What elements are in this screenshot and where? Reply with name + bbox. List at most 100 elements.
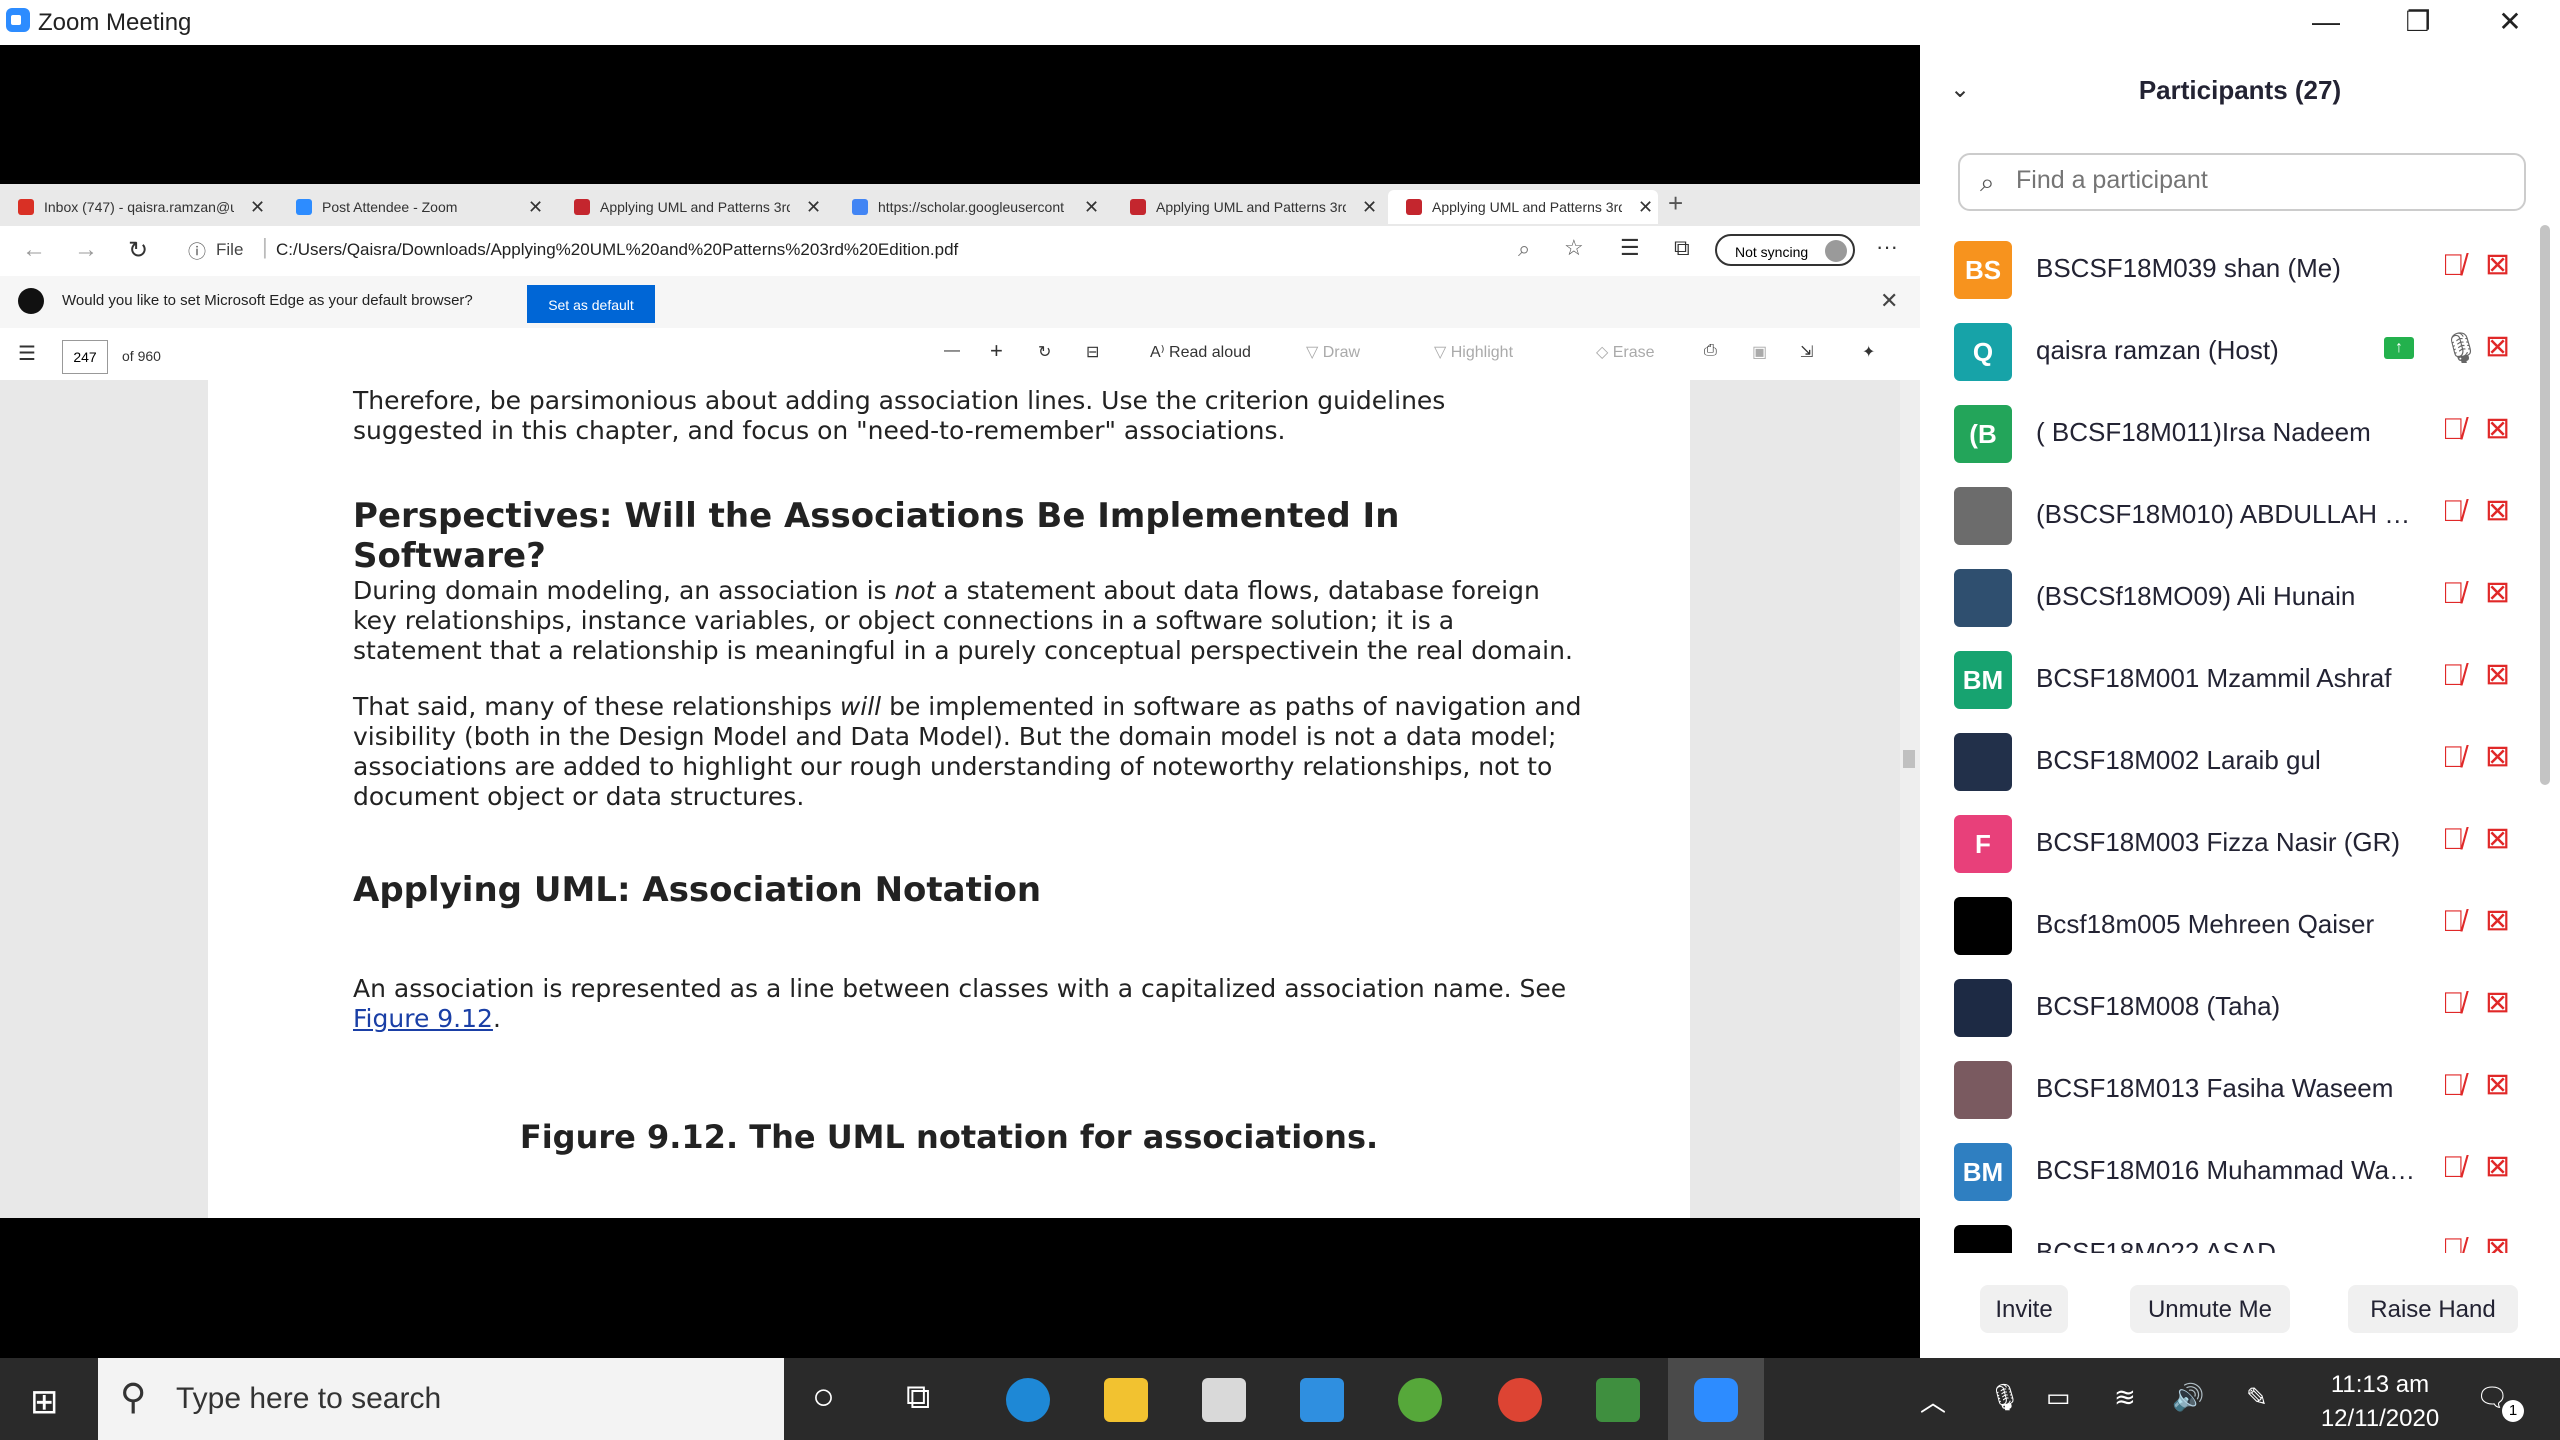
unmute-me-button[interactable]: Unmute Me xyxy=(2130,1285,2290,1333)
participant-row[interactable]: (B ( BCSF18M011)Irsa Nadeem 🎙̸ ⊠ xyxy=(1920,397,2540,479)
participant-row[interactable]: BM BCSF18M001 Mzammil Ashraf 🎙̸ ⊠ xyxy=(1920,643,2540,725)
sync-button[interactable]: Not syncing xyxy=(1715,234,1855,266)
idm-icon[interactable] xyxy=(1596,1378,1640,1422)
browser-tab-active[interactable]: Applying UML and Patterns 3rd ✕ xyxy=(1388,190,1658,224)
participant-row[interactable]: BCSF18M008 (Taha) 🎙̸ ⊠ xyxy=(1920,971,2540,1053)
battery-icon[interactable]: ▭ xyxy=(2046,1382,2071,1413)
rotate-icon[interactable]: ↻ xyxy=(1038,342,1051,362)
video-off-icon: ⊠ xyxy=(2485,904,2511,937)
highlight-label: Highlight xyxy=(1450,344,1514,361)
favorite-star-icon[interactable]: ☆ xyxy=(1564,235,1584,261)
task-view-icon[interactable]: ⧉ xyxy=(906,1378,930,1417)
figure-link[interactable]: Figure 9.12 xyxy=(353,1004,493,1033)
volume-icon[interactable]: 🔊 xyxy=(2172,1382,2204,1413)
raise-hand-button[interactable]: Raise Hand xyxy=(2348,1285,2518,1333)
participant-search-input[interactable] xyxy=(2014,165,2498,196)
participants-scrollbar[interactable] xyxy=(2540,225,2550,785)
collections-icon[interactable]: ⧉ xyxy=(1674,235,1690,261)
close-tab-icon[interactable]: ✕ xyxy=(250,190,265,224)
close-tab-icon[interactable]: ✕ xyxy=(1084,190,1099,224)
forward-icon[interactable]: → xyxy=(74,236,98,264)
erase-button[interactable]: ◇ Erase xyxy=(1596,342,1655,362)
microphone-icon[interactable]: 🎙 xyxy=(1988,1382,2021,1413)
read-aloud-button[interactable]: A⁾ Read aloud xyxy=(1150,342,1251,362)
windows-start-icon[interactable]: ⊞ xyxy=(30,1382,59,1422)
edge-icon xyxy=(18,288,44,314)
edge-taskbar-icon[interactable] xyxy=(1006,1378,1050,1422)
restore-button[interactable]: ❐ xyxy=(2388,4,2448,40)
pdf-viewer[interactable]: Therefore, be parsimonious about adding … xyxy=(0,380,1920,1218)
new-tab-button[interactable]: + xyxy=(1668,188,1683,219)
scroll-thumb[interactable] xyxy=(1903,750,1915,768)
zoom-in-icon[interactable]: + xyxy=(990,338,1003,364)
close-tab-icon[interactable]: ✕ xyxy=(806,190,821,224)
refresh-icon[interactable]: ↻ xyxy=(128,236,148,265)
participant-row[interactable]: Q qaisra ramzan (Host) ↑ 🎙 ⊠ xyxy=(1920,315,2540,397)
mic-muted-icon: 🎙̸ xyxy=(2442,741,2465,774)
invite-button[interactable]: Invite xyxy=(1980,1285,2068,1333)
participant-row[interactable]: (BSCSF18M010) ABDULLAH HA... 🎙̸ ⊠ xyxy=(1920,479,2540,561)
participant-row[interactable]: BCSF18M013 Fasiha Waseem 🎙̸ ⊠ xyxy=(1920,1053,2540,1135)
participant-row[interactable]: BS BSCSF18M039 shan (Me) 🎙̸ ⊠ xyxy=(1920,233,2540,315)
info-icon[interactable]: ⓘ xyxy=(188,238,206,264)
participant-name: BCSF18M008 (Taha) xyxy=(2036,991,2281,1021)
pdf-scrollbar[interactable] xyxy=(1900,380,1920,1218)
zoom-taskbar-active[interactable] xyxy=(1668,1358,1764,1440)
close-tab-icon[interactable]: ✕ xyxy=(528,190,543,224)
minimize-button[interactable]: — xyxy=(2296,4,2356,40)
favorites-icon[interactable]: ☰ xyxy=(1620,235,1640,261)
page-number-input[interactable]: 247 xyxy=(62,340,108,374)
participant-search[interactable]: ⌕ xyxy=(1958,153,2526,211)
participant-row[interactable]: BCSF18M002 Laraib gul 🎙̸ ⊠ xyxy=(1920,725,2540,807)
contents-icon[interactable]: ☰ xyxy=(18,341,36,366)
participant-row[interactable]: (BSCSf18MO09) Ali Hunain 🎙̸ ⊠ xyxy=(1920,561,2540,643)
close-tab-icon[interactable]: ✕ xyxy=(1638,190,1653,224)
set-as-default-button[interactable]: Set as default xyxy=(527,285,655,323)
participant-row[interactable]: F BCSF18M003 Fizza Nasir (GR) 🎙̸ ⊠ xyxy=(1920,807,2540,889)
pdf-icon xyxy=(1406,199,1422,215)
tab-label: Applying UML and Patterns 3rd xyxy=(600,199,790,215)
wifi-icon[interactable]: ≋ xyxy=(2114,1382,2136,1413)
default-browser-infobar: Would you like to set Microsoft Edge as … xyxy=(0,276,1920,329)
close-button[interactable]: ✕ xyxy=(2480,4,2540,40)
save-icon[interactable]: ▣ xyxy=(1752,342,1767,362)
show-hidden-icons[interactable]: ︿ xyxy=(1920,1382,1946,1419)
browser-tab[interactable]: Post Attendee - Zoom ✕ xyxy=(278,190,548,224)
store-icon[interactable] xyxy=(1202,1378,1246,1422)
highlight-button[interactable]: ▽ Highlight xyxy=(1434,342,1513,362)
participant-name: BCSF18M002 Laraib gul xyxy=(2036,745,2321,775)
pdf-page: Therefore, be parsimonious about adding … xyxy=(208,380,1690,1218)
print-icon[interactable]: ⎙ xyxy=(1704,342,1717,360)
taskbar-search[interactable]: ⚲ Type here to search xyxy=(98,1358,784,1440)
save-as-icon[interactable]: ⇲ xyxy=(1800,342,1813,362)
participant-row[interactable]: BCSF18M022 ASAD 🎙̸ ⊠ xyxy=(1920,1217,2540,1253)
file-explorer-icon[interactable] xyxy=(1104,1378,1148,1422)
browser-tab[interactable]: Applying UML and Patterns 3rd ✕ xyxy=(556,190,826,224)
mail-icon[interactable] xyxy=(1300,1378,1344,1422)
browser-tab[interactable]: https://scholar.googleusercont ✕ xyxy=(834,190,1104,224)
close-infobar-icon[interactable]: ✕ xyxy=(1880,288,1898,314)
pin-toolbar-icon[interactable]: ✦ xyxy=(1862,342,1875,362)
back-icon[interactable]: ← xyxy=(22,236,46,264)
close-tab-icon[interactable]: ✕ xyxy=(1362,190,1377,224)
more-icon[interactable]: ··· xyxy=(1876,234,1898,260)
browser-tab[interactable]: Inbox (747) - qaisra.ramzan@u ✕ xyxy=(0,190,270,224)
zoom-out-icon[interactable]: — xyxy=(944,342,960,360)
participant-row[interactable]: BM BCSF18M016 Muhammad Waqas 🎙̸ ⊠ xyxy=(1920,1135,2540,1217)
draw-button[interactable]: ▽ Draw xyxy=(1306,342,1360,362)
fit-page-icon[interactable]: ⊟ xyxy=(1086,342,1099,362)
mic-muted-icon: 🎙̸ xyxy=(2442,413,2465,446)
tab-label: Post Attendee - Zoom xyxy=(322,199,458,215)
participant-row[interactable]: Bcsf18m005 Mehreen Qaiser 🎙̸ ⊠ xyxy=(1920,889,2540,971)
zoom-icon[interactable]: ⌕ xyxy=(1518,236,1530,262)
pen-icon[interactable]: ✎ xyxy=(2246,1382,2268,1413)
avatar-photo xyxy=(1954,733,2012,791)
cortana-icon[interactable]: ○ xyxy=(812,1376,835,1419)
utorrent-icon[interactable] xyxy=(1398,1378,1442,1422)
taskbar-clock[interactable]: 11:13 am 12/11/2020 xyxy=(2310,1368,2450,1436)
browser-tab[interactable]: Applying UML and Patterns 3rd ✕ xyxy=(1112,190,1382,224)
video-off-icon: ⊠ xyxy=(2485,494,2511,527)
read-aloud-label: Read aloud xyxy=(1169,344,1251,361)
url-field[interactable]: C:/Users/Qaisra/Downloads/Applying%20UML… xyxy=(276,240,958,260)
chrome-icon[interactable] xyxy=(1498,1378,1542,1422)
